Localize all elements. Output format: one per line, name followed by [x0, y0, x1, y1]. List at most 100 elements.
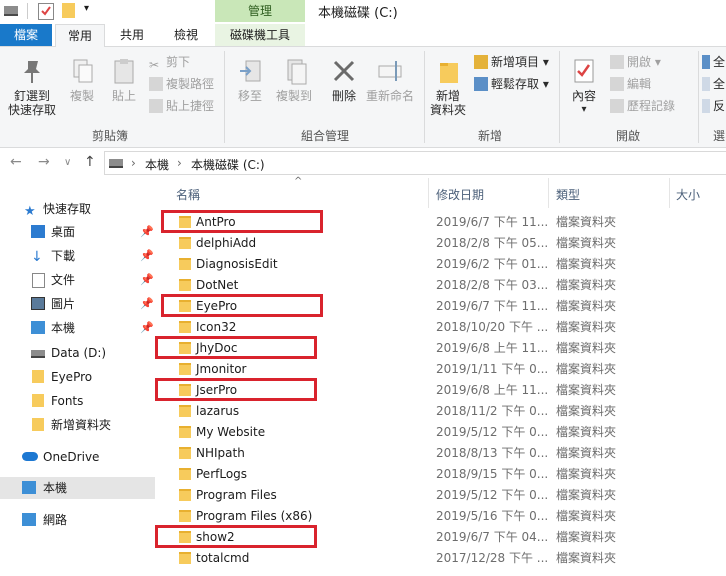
new-item-button[interactable]: 新增項目 ▾: [474, 53, 549, 71]
back-arrow-icon[interactable]: ←: [10, 154, 22, 170]
new-folder-button[interactable]: 新增 資料夾: [428, 57, 468, 117]
file-row[interactable]: DotNet 2018/2/8 下午 03... 檔案資料夾: [156, 275, 726, 296]
column-header-size[interactable]: 大小: [676, 186, 700, 203]
invert-selection-button[interactable]: 反: [702, 97, 725, 115]
recent-chevron-icon[interactable]: ∨: [64, 157, 71, 168]
nav-onedrive[interactable]: OneDrive: [0, 446, 155, 468]
folder-icon: [179, 363, 191, 375]
properties-button[interactable]: 內容 ▾: [564, 57, 604, 117]
column-separator[interactable]: [548, 178, 549, 208]
group-separator: [424, 51, 425, 143]
tab-home[interactable]: 常用: [55, 24, 105, 47]
file-name: Program Files: [196, 488, 277, 502]
new-folder-qa-icon[interactable]: [62, 3, 75, 18]
open-label: 開啟: [627, 55, 652, 69]
file-row[interactable]: DiagnosisEdit 2019/6/2 下午 01... 檔案資料夾: [156, 254, 726, 275]
file-row[interactable]: PerfLogs 2018/9/15 下午 0... 檔案資料夾: [156, 464, 726, 485]
tab-view[interactable]: 檢視: [160, 24, 212, 46]
nav-this-pc[interactable]: 本機: [0, 477, 155, 499]
breadcrumb-separator-icon[interactable]: ›: [131, 156, 136, 170]
nav-network[interactable]: 網路: [0, 509, 155, 531]
qa-separator: [27, 3, 28, 19]
open-group-label: 開啟: [615, 129, 640, 143]
tab-share[interactable]: 共用: [108, 24, 156, 46]
select-all-button[interactable]: 全: [702, 53, 725, 71]
forward-arrow-icon[interactable]: →: [38, 154, 50, 170]
file-list: ^ 名稱 修改日期 類型 大小 AntPro 2019/6/7 下午 11... 檔…: [155, 176, 726, 576]
file-date: 2019/6/7 下午 11...: [436, 215, 549, 229]
select-none-button[interactable]: 全: [702, 75, 725, 93]
rename-button[interactable]: 重新命名: [364, 57, 416, 103]
nav-downloads[interactable]: ↓ 下載 📌: [0, 245, 155, 267]
breadcrumb-separator-icon[interactable]: ›: [177, 156, 182, 170]
properties-check-icon[interactable]: [38, 3, 54, 20]
column-header-date[interactable]: 修改日期: [436, 186, 484, 203]
pin-icon[interactable]: 📌: [140, 245, 154, 267]
nav-documents[interactable]: 文件 📌: [0, 269, 155, 291]
breadcrumb-this-pc[interactable]: 本機: [145, 156, 169, 173]
paste-button[interactable]: 貼上: [104, 57, 144, 103]
history-label: 歷程記錄: [627, 99, 676, 113]
file-row[interactable]: Program Files (x86) 2019/5/16 下午 0... 檔案資料…: [156, 506, 726, 527]
easy-access-icon: [474, 77, 488, 91]
column-separator[interactable]: [428, 178, 429, 208]
nav-pictures[interactable]: 圖片 📌: [0, 293, 155, 315]
pin-icon[interactable]: 📌: [140, 269, 154, 291]
file-row[interactable]: Jmonitor 2019/1/11 下午 0... 檔案資料夾: [156, 359, 726, 380]
tab-file[interactable]: 檔案: [0, 24, 52, 46]
file-type: 檔案資料夾: [556, 530, 617, 544]
edit-button[interactable]: 編輯: [610, 75, 651, 93]
file-row[interactable]: Program Files 2019/5/12 下午 0... 檔案資料夾: [156, 485, 726, 506]
nav-data-d[interactable]: Data (D:): [0, 342, 155, 364]
move-to-button[interactable]: 移至: [230, 57, 270, 103]
tab-drive-tools[interactable]: 磁碟機工具: [215, 24, 305, 46]
drive-small-icon: [109, 159, 123, 168]
copy-path-button[interactable]: 複製路徑: [149, 75, 214, 93]
file-row[interactable]: delphiAdd 2018/2/8 下午 05... 檔案資料夾: [156, 233, 726, 254]
properties-label: 內容: [571, 89, 596, 103]
paste-shortcut-button[interactable]: 貼上捷徑: [149, 97, 214, 115]
qa-dropdown-icon[interactable]: ▾: [84, 3, 89, 14]
nav-this-pc-pinned[interactable]: 本機 📌: [0, 317, 155, 339]
easy-access-label: 輕鬆存取: [491, 77, 540, 91]
file-name: PerfLogs: [196, 467, 248, 481]
move-to-icon: [236, 57, 264, 85]
file-row[interactable]: My Website 2019/5/12 下午 0... 檔案資料夾: [156, 422, 726, 443]
pin-quick-access-button[interactable]: 釘選到 快速存取: [4, 57, 60, 117]
file-row[interactable]: lazarus 2018/11/2 下午 0... 檔案資料夾: [156, 401, 726, 422]
nav-desktop[interactable]: 桌面 📌: [0, 221, 155, 243]
pin-icon[interactable]: 📌: [140, 293, 154, 315]
sort-up-icon: ^: [294, 176, 303, 187]
file-date: 2017/12/28 下午 ...: [436, 551, 549, 565]
pin-icon[interactable]: 📌: [140, 221, 154, 243]
copy-to-button[interactable]: 複製到: [272, 57, 316, 103]
column-header-type[interactable]: 類型: [556, 186, 580, 203]
picture-icon: [31, 297, 45, 310]
nav-fonts[interactable]: Fonts: [0, 390, 155, 412]
address-bar[interactable]: › 本機 › 本機磁碟 (C:): [104, 151, 726, 175]
folder-icon: [179, 426, 191, 438]
history-button[interactable]: 歷程記錄: [610, 97, 675, 115]
file-type: 檔案資料夾: [556, 236, 617, 250]
file-row[interactable]: Icon32 2018/10/20 下午 ... 檔案資料夾: [156, 317, 726, 338]
file-date: 2019/6/8 上午 11...: [436, 383, 549, 397]
cut-button[interactable]: ✂ 剪下: [149, 53, 190, 72]
pin-icon[interactable]: 📌: [140, 317, 154, 339]
delete-button[interactable]: 刪除: [324, 57, 364, 103]
easy-access-button[interactable]: 輕鬆存取 ▾: [474, 75, 549, 93]
open-button[interactable]: 開啟 ▾: [610, 53, 661, 71]
nav-eyepro[interactable]: EyePro: [0, 366, 155, 388]
column-separator[interactable]: [669, 178, 670, 208]
breadcrumb-drive-c[interactable]: 本機磁碟 (C:): [191, 156, 265, 173]
file-date: 2018/11/2 下午 0...: [436, 404, 549, 418]
file-row[interactable]: NHIpath 2018/8/13 下午 0... 檔案資料夾: [156, 443, 726, 464]
copy-button[interactable]: 複製: [62, 57, 102, 103]
desktop-icon: [31, 225, 45, 238]
file-row[interactable]: totalcmd 2017/12/28 下午 ... 檔案資料夾: [156, 548, 726, 569]
nav-label: 快速存取: [43, 202, 92, 216]
column-header-name[interactable]: 名稱: [176, 186, 200, 203]
nav-new-folder[interactable]: 新增資料夾: [0, 414, 155, 436]
nav-quick-access[interactable]: ★ 快速存取: [0, 198, 155, 220]
up-arrow-icon[interactable]: ↑: [84, 154, 96, 170]
new-item-label: 新增項目: [491, 55, 540, 69]
